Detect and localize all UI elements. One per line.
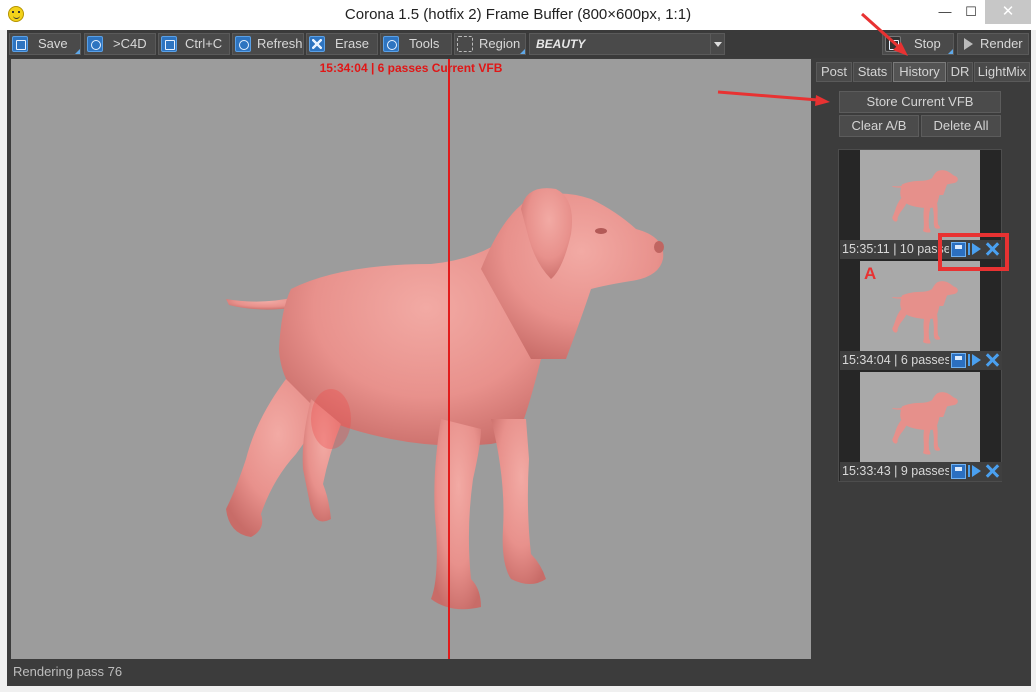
dropdown-corner-icon <box>75 49 80 54</box>
erase-button[interactable]: Erase <box>306 33 378 55</box>
toolbar: Save >C4D Ctrl+C Refresh Erase Tools Reg… <box>7 30 1031 58</box>
vfb-info-overlay: 15:34:04 | 6 passes Current VFB <box>319 61 503 75</box>
to-c4d-button[interactable]: >C4D <box>84 33 156 55</box>
render-pass-value: BEAUTY <box>536 37 586 51</box>
thumbnail-dog-image <box>892 281 958 344</box>
history-item-actions <box>949 464 1000 479</box>
history-caption: 15:34:04 | 6 passes <box>840 351 1002 370</box>
copy-button[interactable]: Ctrl+C <box>158 33 230 55</box>
frame-buffer-window: Save >C4D Ctrl+C Refresh Erase Tools Reg… <box>7 30 1031 686</box>
erase-label: Erase <box>335 36 369 51</box>
annotation-label: A <box>864 264 877 283</box>
stop-button[interactable]: Stop <box>882 33 954 55</box>
render-button[interactable]: Render <box>957 33 1029 55</box>
delete-all-button[interactable]: Delete All <box>921 115 1001 137</box>
store-current-vfb-button[interactable]: Store Current VFB <box>839 91 1001 113</box>
erase-icon <box>309 36 325 52</box>
stop-icon <box>885 36 901 52</box>
window-title: Corona 1.5 (hotfix 2) Frame Buffer (800×… <box>344 6 692 23</box>
history-thumbnail[interactable] <box>860 150 980 240</box>
history-caption-text: 15:33:43 | 9 passes <box>842 464 951 478</box>
region-label: Region <box>479 36 521 51</box>
tab-lightmix[interactable]: LightMix <box>974 62 1030 82</box>
render-label: Render <box>980 36 1023 51</box>
history-thumbnail[interactable] <box>860 261 980 351</box>
load-to-ab-icon[interactable] <box>968 464 983 479</box>
history-thumbnail[interactable] <box>860 372 980 462</box>
render-viewport[interactable]: 15:34:04 | 6 passes Current VFB <box>11 59 811 659</box>
delete-icon[interactable] <box>985 353 1000 368</box>
refresh-icon <box>235 36 251 52</box>
stop-label: Stop <box>914 36 941 51</box>
gear-icon <box>383 36 399 52</box>
annotation-highlight-box <box>938 233 1009 271</box>
status-bar: Rendering pass 76 <box>13 664 123 679</box>
clipboard-icon <box>161 36 177 52</box>
floppy-icon <box>12 36 28 52</box>
refresh-label: Refresh <box>257 36 303 51</box>
play-icon <box>964 38 973 50</box>
region-icon <box>457 36 473 52</box>
tab-post[interactable]: Post <box>816 62 852 82</box>
tools-label: Tools <box>409 36 440 51</box>
title-bar: Corona 1.5 (hotfix 2) Frame Buffer (800×… <box>0 0 1036 30</box>
maximize-button[interactable]: ☐ <box>956 0 986 24</box>
history-item[interactable]: 15:33:43 | 9 passes <box>840 372 1002 483</box>
chevron-down-icon[interactable] <box>710 34 724 54</box>
copy-label: Ctrl+C <box>185 36 223 51</box>
thumbnail-dog-image <box>892 392 958 455</box>
clear-ab-button[interactable]: Clear A/B <box>839 115 919 137</box>
save-icon[interactable] <box>951 353 966 368</box>
close-button[interactable]: ✕ <box>985 0 1031 24</box>
save-label: Save <box>38 36 68 51</box>
tab-history[interactable]: History <box>893 62 946 82</box>
history-item-actions <box>949 353 1000 368</box>
tools-button[interactable]: Tools <box>380 33 452 55</box>
load-to-ab-icon[interactable] <box>968 353 983 368</box>
region-button[interactable]: Region <box>454 33 526 55</box>
ab-split-line[interactable] <box>448 59 450 659</box>
thumbnail-dog-image <box>892 170 958 233</box>
history-list[interactable]: 15:35:11 | 10 passes 15:34:04 | 6 passes… <box>838 149 1002 482</box>
dropdown-corner-icon <box>948 49 953 54</box>
history-caption-text: 15:34:04 | 6 passes <box>842 353 951 367</box>
save-button[interactable]: Save <box>9 33 81 55</box>
refresh-button[interactable]: Refresh <box>232 33 304 55</box>
history-caption: 15:33:43 | 9 passes <box>840 462 1002 481</box>
c4d-icon <box>87 36 103 52</box>
tab-dr[interactable]: DR <box>947 62 973 82</box>
render-pass-dropdown[interactable]: BEAUTY <box>529 33 725 55</box>
rendered-dog-image <box>226 188 664 610</box>
to-c4d-label: >C4D <box>113 36 147 51</box>
delete-icon[interactable] <box>985 464 1000 479</box>
dropdown-corner-icon <box>520 49 525 54</box>
tab-stats[interactable]: Stats <box>853 62 892 82</box>
save-icon[interactable] <box>951 464 966 479</box>
